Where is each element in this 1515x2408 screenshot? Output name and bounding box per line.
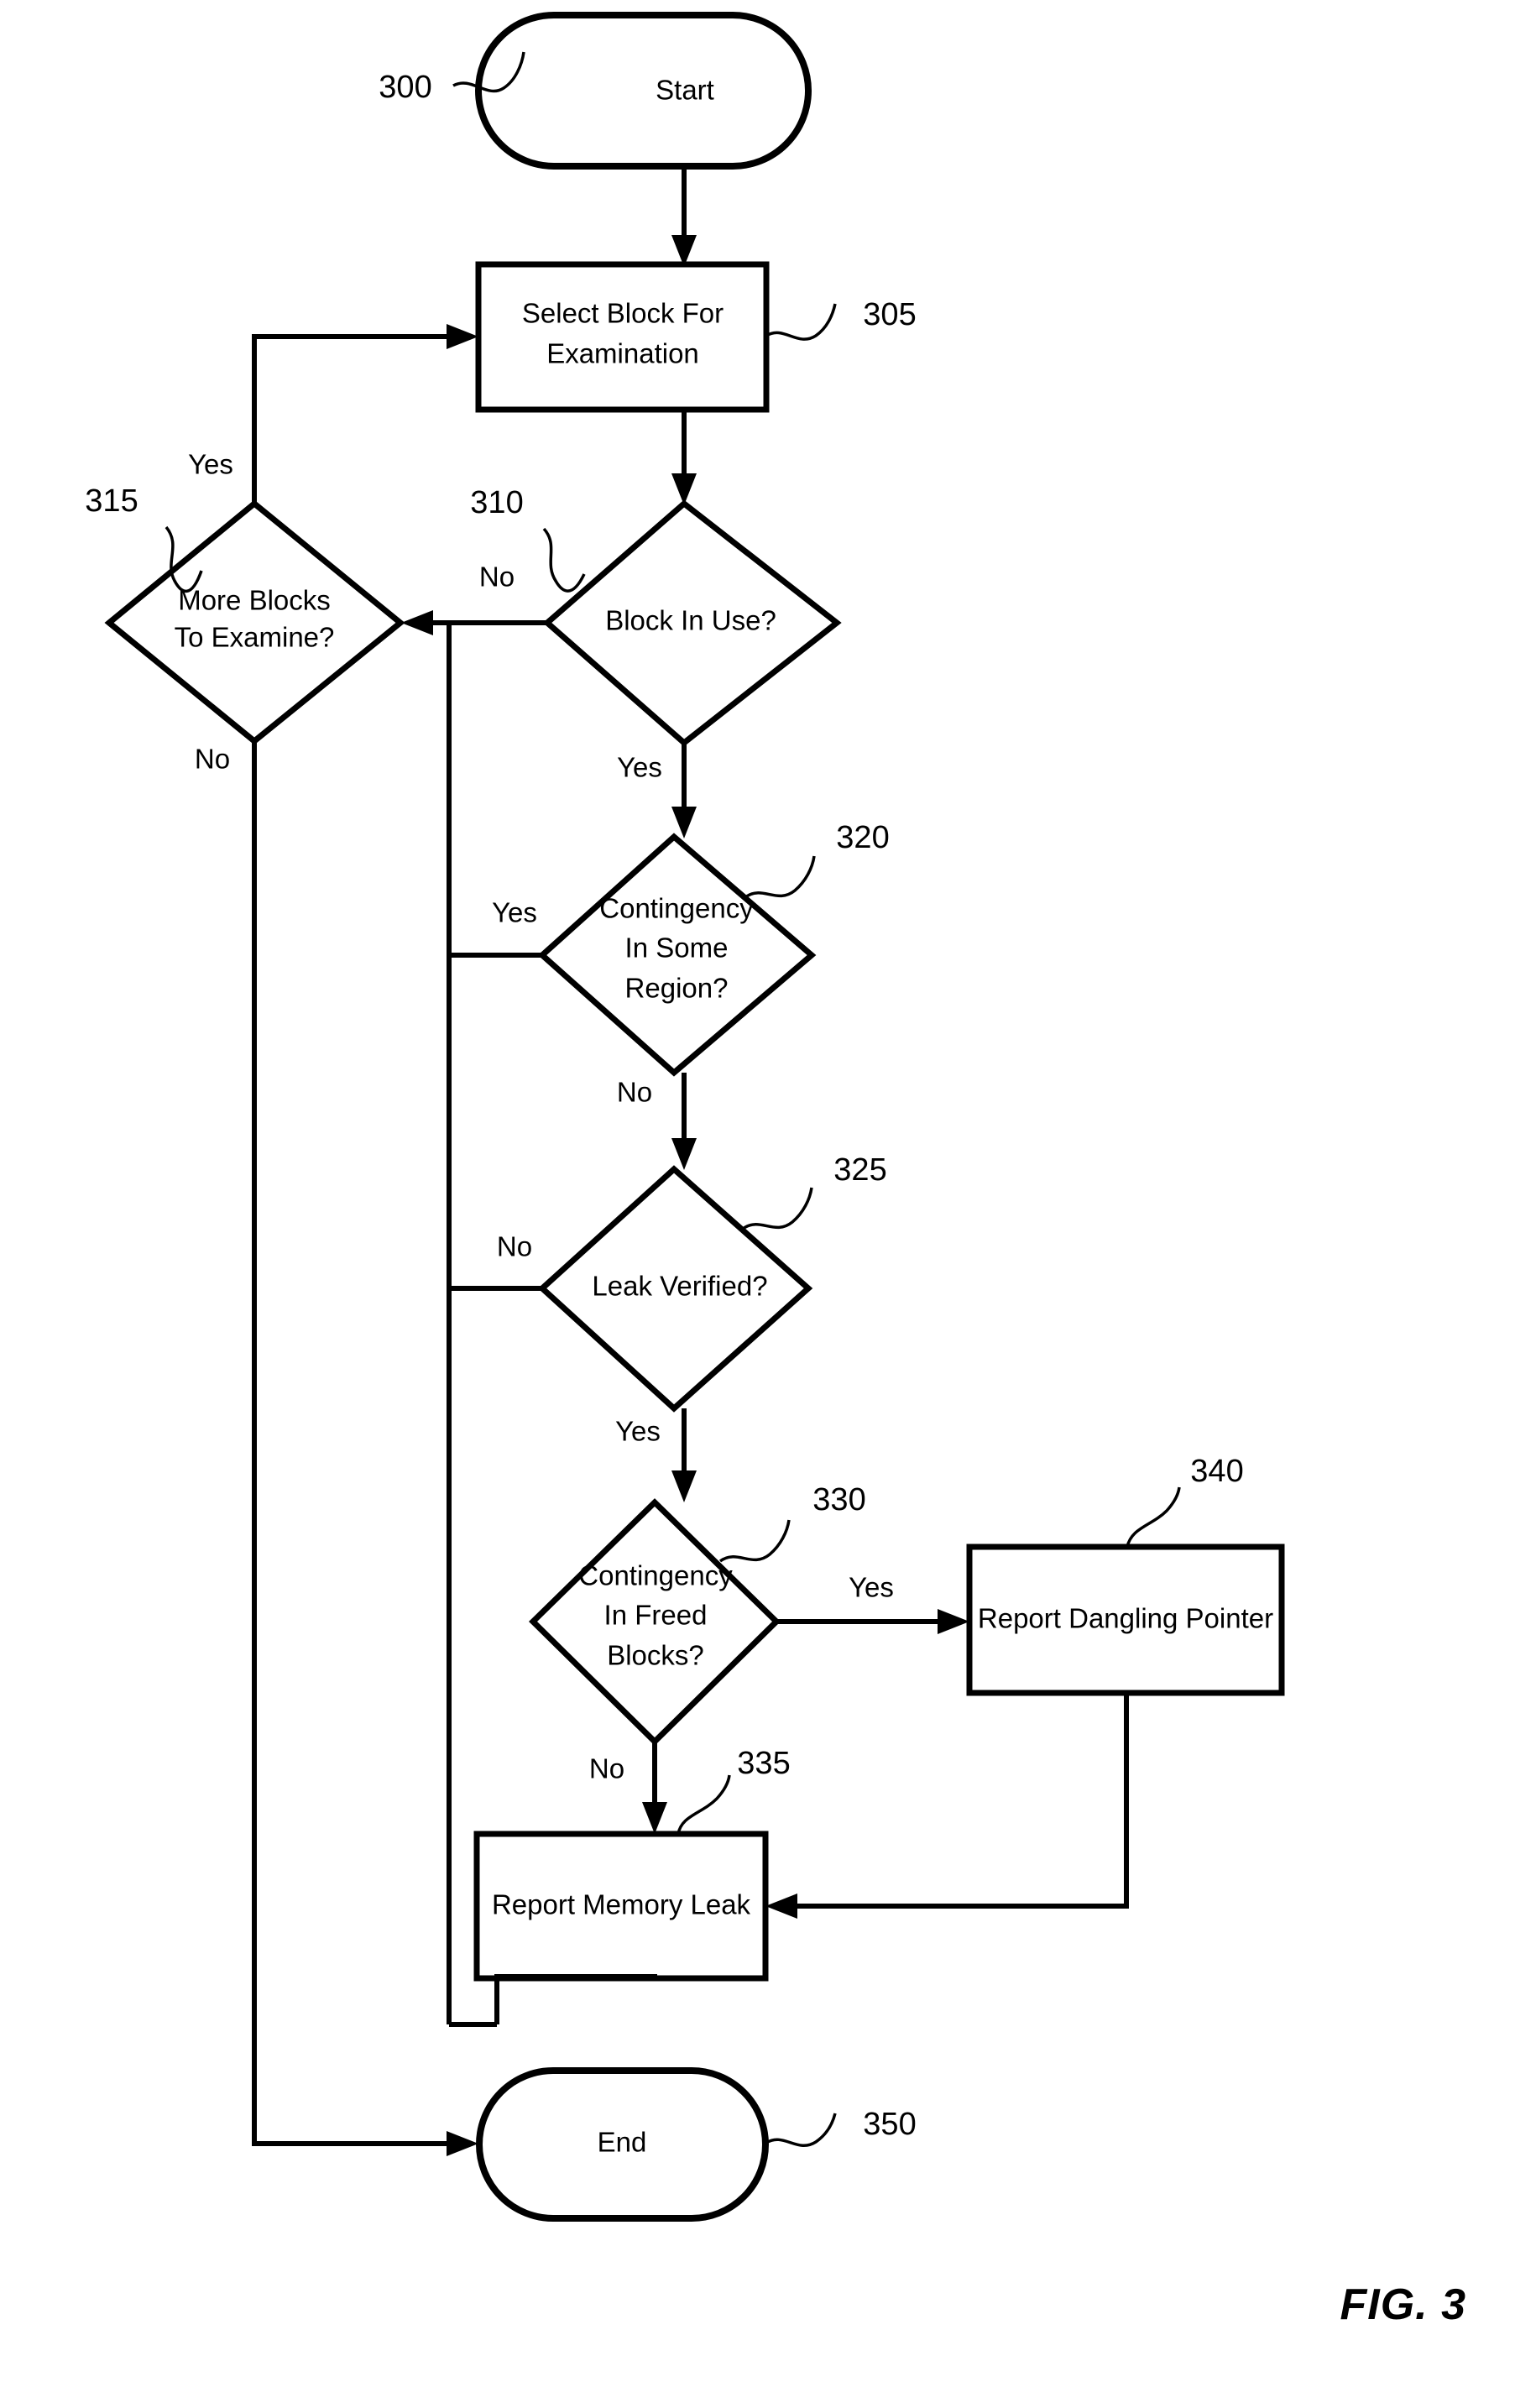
edge-report-dangling-to-report-leak [765,1693,1129,1919]
ref-300: 300 [379,70,431,105]
edge-label-leak-verified-no: No [497,1231,532,1262]
node-more-blocks-label-line2: To Examine? [175,622,335,653]
arrowhead-icon [671,1138,697,1170]
node-contingency-freed-label-line2: In Freed [604,1600,708,1631]
figure-root: Start 300 Select Block For Examination 3… [0,0,1515,2408]
leader-select-block-ref: 305 [765,297,917,341]
node-start-label: Start [656,75,714,106]
node-report-leak[interactable]: Report Memory Leak [473,1831,769,1982]
edge-label-contingency-region-no: No [617,1077,652,1108]
edge-more-blocks-yes-to-select-block [252,324,478,504]
node-report-leak-label: Report Memory Leak [492,1889,751,1920]
node-more-blocks[interactable]: More Blocks To Examine? [104,499,405,745]
edge-start-to-select-block [671,166,697,267]
edge-label-contingency-freed-no: No [589,1753,624,1784]
ref-330: 330 [812,1482,865,1517]
node-select-block-label-line2: Examination [546,338,699,369]
node-contingency-freed-label-line3: Blocks? [607,1640,704,1671]
node-contingency-region-label-line1: Contingency [599,893,754,924]
edge-label-leak-verified-yes: Yes [615,1416,661,1447]
edge-label-contingency-freed-yes: Yes [849,1572,894,1603]
edge-label-more-blocks-no: No [195,744,230,775]
edge-more-blocks-no-to-end [252,741,478,2156]
leader-contingency-freed-ref: 330 [718,1482,866,1563]
arrowhead-icon [938,1609,969,1634]
node-contingency-region-label-line2: In Some [625,932,729,964]
ref-305: 305 [863,297,916,332]
node-more-blocks-label-line1: More Blocks [178,585,331,616]
ref-335: 335 [737,1746,790,1781]
node-contingency-region[interactable]: Contingency In Some Region? [537,833,817,1077]
leader-report-leak-ref: 335 [677,1746,791,1835]
edge-contingency-freed-no-to-report-leak [642,1742,667,1834]
arrowhead-icon [447,324,478,349]
node-end-label: End [598,2127,647,2158]
edge-block-in-use-no-to-more-blocks [401,610,547,635]
arrowhead-icon [671,807,697,838]
edge-label-block-in-use-no: No [479,562,515,593]
arrowhead-icon [642,1802,667,1834]
edge-contingency-region-no-to-leak-verified [671,1073,697,1170]
node-block-in-use-label: Block In Use? [605,605,776,636]
leader-leak-verified-ref: 325 [741,1152,887,1230]
node-contingency-freed-label-line1: Contingency [578,1560,733,1591]
node-end[interactable]: End [476,2067,769,2222]
node-select-block-label-line1: Select Block For [522,298,724,329]
arrowhead-icon [671,1470,697,1502]
leader-end-ref: 350 [765,2107,917,2147]
node-contingency-freed[interactable]: Contingency In Freed Blocks? [529,1498,781,1746]
node-start[interactable]: Start [475,12,812,170]
edge-select-block-to-block-in-use [671,410,697,505]
node-contingency-region-label-line3: Region? [625,973,729,1004]
ref-340: 340 [1190,1454,1243,1489]
node-report-dangling[interactable]: Report Dangling Pointer [966,1544,1285,1696]
node-leak-verified[interactable]: Leak Verified? [537,1165,813,1413]
node-select-block[interactable]: Select Block For Examination [475,261,770,413]
arrowhead-icon [765,1893,797,1919]
edge-block-in-use-yes-to-contingency-region [671,743,697,838]
ref-325: 325 [833,1152,886,1188]
edge-label-contingency-region-yes: Yes [492,897,537,928]
ref-320: 320 [836,820,889,855]
flowchart-canvas: Start 300 Select Block For Examination 3… [85,12,1285,2222]
node-report-dangling-label: Report Dangling Pointer [978,1603,1273,1634]
leader-report-dangling-ref: 340 [1126,1454,1244,1548]
leader-contingency-region-ref: 320 [744,820,890,899]
edge-report-leak-to-loopback [494,1974,657,2024]
ref-310: 310 [470,485,523,520]
edge-loopback-riser [447,623,497,2027]
leader-start-ref: 300 [379,51,525,105]
leader-more-blocks-ref: 315 [85,483,203,593]
edge-label-more-blocks-yes: Yes [188,449,233,480]
edge-leak-verified-yes-to-contingency-freed [671,1408,697,1502]
ref-315: 315 [85,483,138,519]
arrowhead-icon [401,610,433,635]
node-leak-verified-label: Leak Verified? [592,1271,767,1302]
ref-350: 350 [863,2107,916,2142]
edge-label-block-in-use-yes: Yes [617,752,662,783]
arrowhead-icon [447,2131,478,2156]
figure-caption: FIG. 3 [1340,2280,1466,2329]
edge-contingency-freed-yes-to-report-dangling [776,1609,969,1634]
node-block-in-use[interactable]: Block In Use? [542,499,842,747]
